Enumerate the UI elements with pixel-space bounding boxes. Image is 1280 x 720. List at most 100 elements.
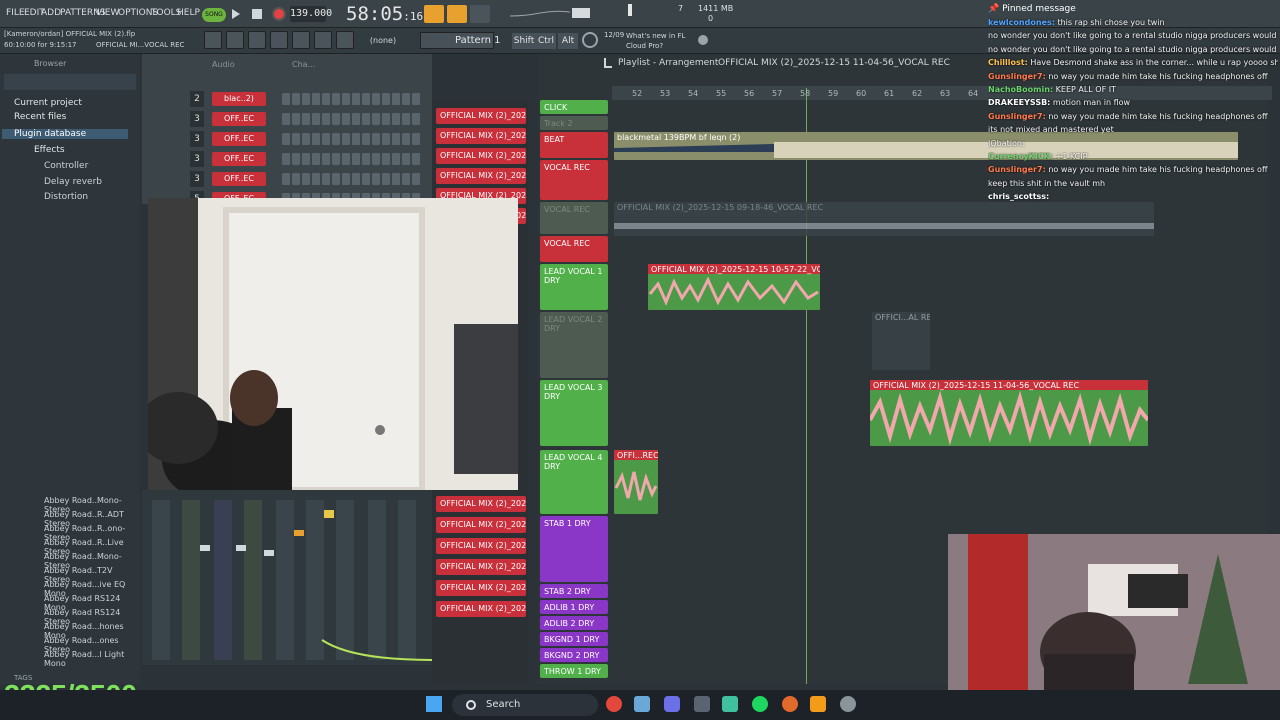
clip-lead-vocal-2[interactable]: OFFICI...AL REC: [872, 312, 930, 370]
step-pad[interactable]: [322, 93, 330, 105]
alt-key[interactable]: Alt: [558, 33, 578, 49]
steam-icon[interactable]: [634, 696, 650, 712]
channel-name-button[interactable]: OFF..EC: [212, 132, 266, 146]
clip-source-item[interactable]: OFFICIAL MIX (2)_2025-1...: [436, 601, 526, 617]
browser-recent-files[interactable]: Recent files: [14, 112, 66, 122]
step-pad[interactable]: [402, 113, 410, 125]
playlist-icon[interactable]: [204, 31, 222, 49]
step-pad[interactable]: [412, 173, 420, 185]
step-pad[interactable]: [392, 173, 400, 185]
step-pad[interactable]: [282, 93, 290, 105]
playhead[interactable]: [806, 88, 807, 684]
step-pad[interactable]: [402, 173, 410, 185]
track-header[interactable]: LEAD VOCAL 4 DRY: [540, 450, 608, 514]
step-pad[interactable]: [382, 133, 390, 145]
menu-file[interactable]: FILE: [6, 8, 25, 18]
step-pad[interactable]: [322, 133, 330, 145]
channel-name-button[interactable]: OFF..EC: [212, 112, 266, 126]
tempo-display[interactable]: 139.000: [290, 6, 332, 22]
step-pad[interactable]: [362, 93, 370, 105]
menu-add[interactable]: ADD: [41, 8, 61, 18]
track-header[interactable]: LEAD VOCAL 1 DRY: [540, 264, 608, 310]
browser-toggle-icon[interactable]: [314, 31, 332, 49]
step-pad[interactable]: [332, 113, 340, 125]
step-pad[interactable]: [332, 173, 340, 185]
step-pad[interactable]: [372, 153, 380, 165]
channel-mixer-track[interactable]: 3: [190, 131, 204, 147]
step-pad[interactable]: [382, 93, 390, 105]
app2-icon[interactable]: [722, 696, 738, 712]
chat-username[interactable]: Gunslinger7:: [988, 165, 1046, 174]
step-pad[interactable]: [282, 113, 290, 125]
hint-text[interactable]: What's new in FL Cloud Pro?: [604, 31, 704, 51]
chrome-icon[interactable]: [606, 696, 622, 712]
step-pad[interactable]: [372, 93, 380, 105]
clip-lead-vocal-4[interactable]: OFFI...REC: [614, 450, 658, 514]
channel-name-button[interactable]: OFF..EC: [212, 152, 266, 166]
step-pad[interactable]: [322, 113, 330, 125]
step-pad[interactable]: [302, 173, 310, 185]
step-pad[interactable]: [292, 153, 300, 165]
step-pad[interactable]: [412, 153, 420, 165]
step-pad[interactable]: [412, 113, 420, 125]
step-pad[interactable]: [362, 133, 370, 145]
step-pad[interactable]: [392, 133, 400, 145]
step-pad[interactable]: [392, 153, 400, 165]
firefox-icon[interactable]: [782, 696, 798, 712]
channel-name-button[interactable]: OFF..EC: [212, 172, 266, 186]
menu-help[interactable]: HELP: [177, 8, 200, 18]
mic-icon[interactable]: [336, 31, 354, 49]
chat-username[interactable]: Chilllost:: [988, 58, 1028, 67]
globe-icon[interactable]: [698, 35, 708, 45]
step-pad[interactable]: [392, 113, 400, 125]
step-pad[interactable]: [412, 133, 420, 145]
step-pad[interactable]: [292, 173, 300, 185]
clip-source-item[interactable]: OFFICIAL MIX (2)_2025-1...: [436, 517, 526, 533]
step-pad[interactable]: [402, 153, 410, 165]
wait-icon[interactable]: [470, 5, 490, 23]
song-mode-toggle[interactable]: SONG: [202, 8, 226, 22]
settings-icon[interactable]: [840, 696, 856, 712]
chat-username[interactable]: kewlcondones:: [988, 18, 1055, 27]
step-pad[interactable]: [302, 133, 310, 145]
browser-current-project[interactable]: Current project: [14, 98, 82, 108]
step-pad[interactable]: [362, 173, 370, 185]
chat-username[interactable]: chris_scottss:: [988, 192, 1049, 201]
step-pad[interactable]: [342, 173, 350, 185]
channel-row[interactable]: 3 OFF..EC: [142, 130, 432, 148]
step-pad[interactable]: [402, 133, 410, 145]
step-pad[interactable]: [312, 133, 320, 145]
step-pad[interactable]: [402, 93, 410, 105]
channel-tab-cha[interactable]: Cha...: [292, 60, 315, 69]
chat-username[interactable]: DRAKEEYSSB:: [988, 98, 1050, 107]
track-header[interactable]: ADLIB 2 DRY: [540, 616, 608, 630]
step-pad[interactable]: [342, 133, 350, 145]
track-header[interactable]: BKGND 2 DRY: [540, 648, 608, 662]
step-pad[interactable]: [362, 113, 370, 125]
track-header[interactable]: VOCAL REC: [540, 160, 608, 200]
step-pad[interactable]: [322, 153, 330, 165]
preset-item[interactable]: Abbey Road...l Light Mono: [44, 650, 140, 668]
step-pad[interactable]: [392, 93, 400, 105]
channel-row[interactable]: 2 blac..2): [142, 90, 432, 108]
chat-username[interactable]: Gunslinger7:: [988, 112, 1046, 121]
step-pad[interactable]: [332, 93, 340, 105]
channel-row[interactable]: 3 OFF..EC: [142, 110, 432, 128]
snap-select[interactable]: (none): [362, 34, 404, 48]
step-pad[interactable]: [302, 153, 310, 165]
ctrl-key[interactable]: Ctrl: [536, 33, 556, 49]
stop-icon[interactable]: [252, 9, 262, 19]
master-pitch-slider[interactable]: [572, 8, 590, 18]
clip-source-item[interactable]: OFFICIAL MIX (2)_2025-1...: [436, 168, 526, 184]
piano-roll-icon[interactable]: [226, 31, 244, 49]
step-pad[interactable]: [312, 93, 320, 105]
mixer-icon[interactable]: [270, 31, 288, 49]
clip-source-item[interactable]: OFFICIAL MIX (2)_2025-1...: [436, 559, 526, 575]
plugin-picker-icon[interactable]: [292, 31, 310, 49]
track-header[interactable]: LEAD VOCAL 2 DRY: [540, 312, 608, 378]
menu-view[interactable]: VIEW: [96, 8, 119, 18]
chat-username[interactable]: CurrencyKICK:: [988, 152, 1053, 161]
track-header[interactable]: CLICK: [540, 100, 608, 114]
step-pad[interactable]: [372, 173, 380, 185]
record-icon[interactable]: [272, 7, 286, 21]
